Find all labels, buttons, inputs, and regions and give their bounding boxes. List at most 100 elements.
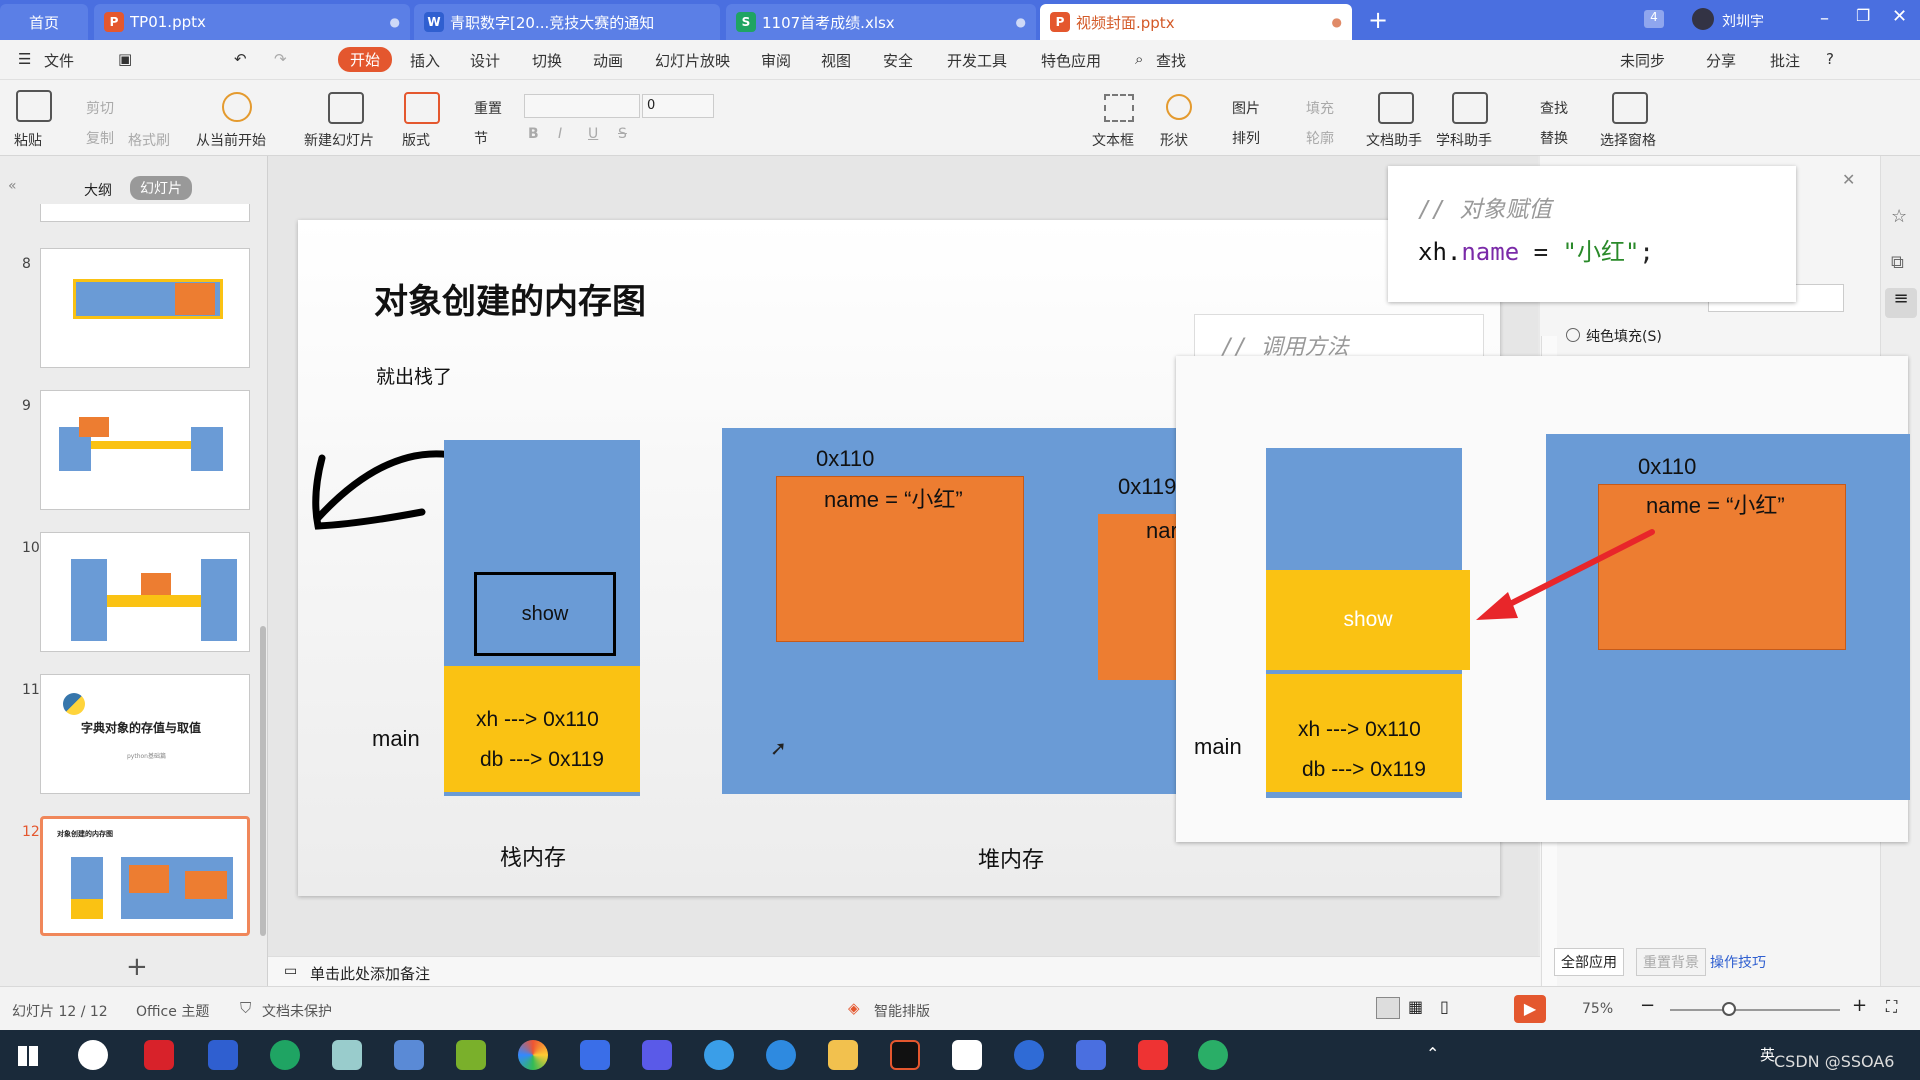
window-count-badge[interactable]: 4 (1644, 10, 1664, 28)
tips-link[interactable]: 操作技巧 (1710, 952, 1766, 972)
menu-review[interactable]: 审阅 (761, 50, 791, 71)
user-name[interactable]: 刘圳宇 (1722, 11, 1764, 31)
shape-icon[interactable] (1166, 94, 1192, 120)
panel-scrollbar[interactable] (260, 626, 266, 936)
tray-expand-icon[interactable]: ⌃ (1426, 1044, 1439, 1063)
menu-file[interactable]: 文件 (44, 50, 74, 71)
menu-find[interactable]: 查找 (1156, 50, 1186, 71)
paste-button[interactable]: 粘贴 (14, 130, 42, 150)
maximize-icon[interactable]: ❐ (1856, 6, 1870, 25)
picture-button[interactable]: 图片 (1232, 98, 1260, 118)
section-button[interactable]: 节 (474, 128, 488, 148)
transform-icon[interactable]: ⧉ (1891, 252, 1904, 273)
solid-fill-radio[interactable] (1566, 328, 1580, 342)
close-icon[interactable]: ● (1332, 15, 1342, 29)
slide-thumbnail[interactable] (40, 532, 250, 652)
app-icon[interactable] (144, 1040, 174, 1070)
replace-button[interactable]: 替换 (1540, 128, 1568, 148)
menu-features[interactable]: 特色应用 (1041, 50, 1101, 71)
menu-slideshow[interactable]: 幻灯片放映 (655, 50, 730, 71)
app-icon[interactable] (580, 1040, 610, 1070)
font-size-select[interactable]: 0 (642, 94, 714, 118)
layout-button[interactable]: 版式 (402, 130, 430, 150)
app-icon[interactable] (456, 1040, 486, 1070)
tab-document[interactable]: S 1107首考成绩.xlsx ● (726, 4, 1036, 40)
properties-icon[interactable]: ≡ (1885, 288, 1917, 318)
apply-all-button[interactable]: 全部应用 (1554, 948, 1624, 976)
save-icon[interactable]: ▣ (118, 50, 132, 68)
app-icon[interactable] (332, 1040, 362, 1070)
find-button[interactable]: 查找 (1540, 98, 1568, 118)
windows-start-icon[interactable] (18, 1046, 38, 1066)
minimize-icon[interactable]: – (1820, 8, 1829, 29)
app-icon[interactable] (704, 1040, 734, 1070)
tab-home[interactable]: 首页 (0, 4, 88, 40)
fill-button[interactable]: 填充 (1306, 98, 1334, 118)
theme-name[interactable]: Office 主题 (136, 1001, 209, 1021)
layout-icon[interactable] (404, 92, 440, 124)
slide-thumbnail-active[interactable]: 对象创建的内存图 (40, 816, 250, 936)
undo-icon[interactable]: ↶ (234, 50, 247, 68)
app-icon[interactable] (952, 1040, 982, 1070)
star-icon[interactable]: ☆ (1891, 206, 1907, 227)
format-painter-button[interactable]: 格式刷 (128, 130, 170, 150)
menu-design[interactable]: 设计 (470, 50, 500, 71)
menu-developer[interactable]: 开发工具 (947, 50, 1007, 71)
new-slide-button[interactable]: 新建幻灯片 (304, 130, 374, 150)
menu-insert[interactable]: 插入 (410, 50, 440, 71)
normal-view-icon[interactable] (1376, 997, 1400, 1019)
new-slide-icon[interactable] (328, 92, 364, 124)
underline-icon[interactable]: U (588, 126, 598, 142)
zoom-in-icon[interactable]: + (1852, 995, 1867, 1016)
paste-icon[interactable] (16, 90, 52, 122)
sorter-view-icon[interactable]: ▦ (1408, 997, 1423, 1016)
zoom-slider[interactable] (1670, 1009, 1840, 1011)
app-icon[interactable] (208, 1040, 238, 1070)
slideshow-play-button[interactable]: ▶ (1514, 995, 1546, 1023)
cut-button[interactable]: 剪切 (86, 98, 114, 118)
redo-icon[interactable]: ↷ (274, 50, 287, 68)
app-icon[interactable] (766, 1040, 796, 1070)
share-button[interactable]: 分享 (1706, 50, 1736, 71)
ime-indicator[interactable]: 英 (1760, 1044, 1775, 1065)
tab-document-active[interactable]: P 视频封面.pptx ● (1040, 4, 1352, 40)
menu-home[interactable]: 开始 (338, 47, 393, 72)
doc-helper-icon[interactable] (1378, 92, 1414, 124)
fit-window-icon[interactable]: ⛶ (1886, 997, 1897, 1017)
slide-thumbnail[interactable] (40, 204, 250, 222)
zoom-out-icon[interactable]: − (1640, 995, 1655, 1016)
app-icon[interactable] (1138, 1040, 1168, 1070)
bold-icon[interactable]: B (528, 126, 539, 142)
close-panel-icon[interactable]: ✕ (1842, 170, 1855, 189)
app-icon[interactable] (518, 1040, 548, 1070)
menu-transition[interactable]: 切换 (532, 50, 562, 71)
close-window-icon[interactable]: ✕ (1892, 6, 1907, 27)
reading-view-icon[interactable]: ▯ (1440, 997, 1449, 1016)
menu-view[interactable]: 视图 (821, 50, 851, 71)
tab-slides[interactable]: 幻灯片 (130, 176, 192, 200)
notes-area[interactable]: ▭ 单击此处添加备注 (268, 956, 1540, 986)
copy-button[interactable]: 复制 (86, 128, 114, 148)
font-family-select[interactable] (524, 94, 640, 118)
help-icon[interactable]: ? (1826, 50, 1834, 68)
sync-status[interactable]: 未同步 (1620, 50, 1665, 71)
app-icon[interactable] (890, 1040, 920, 1070)
new-tab-button[interactable]: + (1368, 6, 1388, 34)
wechat-icon[interactable] (1198, 1040, 1228, 1070)
subject-helper-icon[interactable] (1452, 92, 1488, 124)
document-protection[interactable]: 文档未保护 (262, 1001, 332, 1021)
reset-background-button[interactable]: 重置背景 (1636, 948, 1706, 976)
menu-security[interactable]: 安全 (883, 50, 913, 71)
select-pane-icon[interactable] (1612, 92, 1648, 124)
smart-layout-button[interactable]: 智能排版 (874, 1001, 930, 1021)
menu-animation[interactable]: 动画 (593, 50, 623, 71)
app-icon[interactable] (1014, 1040, 1044, 1070)
arrange-button[interactable]: 排列 (1232, 128, 1260, 148)
from-current-button[interactable]: 从当前开始 (196, 130, 266, 150)
subject-helper-button[interactable]: 学科助手 (1436, 130, 1492, 150)
doc-helper-button[interactable]: 文档助手 (1366, 130, 1422, 150)
folder-icon[interactable] (828, 1040, 858, 1070)
app-icon[interactable] (78, 1040, 108, 1070)
comment-button[interactable]: 批注 (1770, 50, 1800, 71)
strikethrough-icon[interactable]: S (618, 126, 627, 142)
